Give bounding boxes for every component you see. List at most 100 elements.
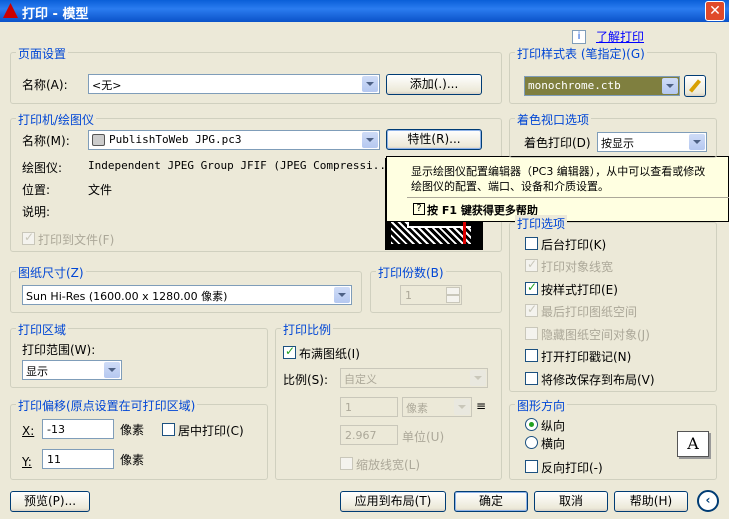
printer-legend: 打印机/绘图仪 (16, 111, 97, 128)
orientation-preview-icon: A (677, 431, 709, 457)
plot-style-table-value: monochrome.ctb (528, 79, 621, 92)
edit-plot-style-button[interactable] (684, 75, 706, 97)
background-plot-checkbox[interactable] (525, 237, 538, 250)
scale-value1-input[interactable]: 1 (340, 397, 398, 417)
chevron-down-icon (362, 76, 378, 92)
portrait-radio[interactable] (525, 418, 538, 431)
plot-object-lineweights-checkbox[interactable] (525, 257, 538, 272)
offset-y-value: 11 (47, 453, 61, 466)
tooltip-divider (407, 197, 729, 198)
scale-value2-input[interactable]: 2.967 (340, 425, 398, 445)
help-button[interactable]: 帮助(H) (614, 491, 688, 512)
plot-range-value: 显示 (26, 365, 48, 378)
autocad-app-icon (3, 3, 18, 18)
offset-y-unit: 像素 (120, 453, 145, 467)
hide-paperspace-objects-label: 隐藏图纸空间对象(J) (541, 328, 650, 342)
plot-offset-legend: 打印偏移(原点设置在可打印区域) (16, 397, 198, 414)
apply-to-layout-button[interactable]: 应用到布局(T) (340, 491, 446, 512)
close-button[interactable]: ✕ (705, 1, 725, 21)
description-label: 说明: (22, 205, 51, 219)
title-bar: 打印 - 模型 ✕ (0, 0, 729, 22)
chevron-down-icon (334, 287, 350, 303)
plot-area-legend: 打印区域 (16, 321, 69, 338)
fit-to-paper-label: 布满图纸(I) (299, 347, 360, 361)
center-plot-label: 居中打印(C) (178, 424, 244, 438)
page-setup-legend: 页面设置 (16, 45, 69, 62)
shade-plot-label: 着色打印(D) (524, 136, 591, 150)
plot-paperspace-last-checkbox[interactable] (525, 302, 538, 317)
shaded-viewport-legend: 着色视口选项 (515, 111, 592, 128)
scale-lineweights-checkbox[interactable] (340, 457, 353, 470)
plot-object-lineweights-label: 打印对象线宽 (541, 260, 614, 274)
plot-scale-legend: 打印比例 (281, 321, 334, 338)
copies-legend: 打印份数(B) (376, 264, 446, 281)
center-plot-checkbox[interactable] (162, 423, 175, 436)
paper-size-value: Sun Hi-Res (1600.00 x 1280.00 像素) (26, 290, 228, 303)
chevron-down-icon (662, 78, 678, 94)
help-icon: ? (413, 203, 425, 215)
location-value: 文件 (88, 183, 113, 197)
copies-spinner[interactable] (446, 287, 460, 303)
plot-paperspace-last-label: 最后打印图纸空间 (541, 305, 638, 319)
plot-style-table-select[interactable]: monochrome.ctb (524, 76, 680, 96)
scale-value1: 1 (345, 401, 352, 414)
save-changes-to-layout-checkbox[interactable] (525, 372, 538, 385)
chevron-down-icon (470, 370, 486, 386)
chevron-down-icon (689, 134, 705, 150)
equals-icon: ≡ (476, 399, 487, 413)
scale-value: 自定义 (344, 373, 377, 386)
copies-value: 1 (405, 289, 412, 302)
save-changes-to-layout-label: 将修改保存到布局(V) (541, 373, 655, 387)
scale-unit1-select[interactable]: 像素 (402, 397, 472, 417)
orientation-legend: 图形方向 (515, 397, 568, 414)
ok-button[interactable]: 确定 (454, 491, 528, 512)
landscape-label: 横向 (541, 437, 566, 451)
copies-input[interactable]: 1 (400, 285, 462, 305)
printer-properties-button[interactable]: 特性(R)... (386, 129, 482, 150)
printer-name-label: 名称(M): (22, 134, 70, 148)
shade-plot-select[interactable]: 按显示 (597, 132, 707, 152)
upside-down-checkbox[interactable] (525, 460, 538, 473)
hide-paperspace-objects-checkbox[interactable] (525, 327, 538, 340)
plotter-label: 绘图仪: (22, 161, 63, 175)
scale-unit2-label: 单位(U) (402, 430, 445, 444)
plot-stamp-checkbox[interactable] (525, 349, 538, 362)
scale-value2: 2.967 (345, 429, 377, 442)
printer-name-select[interactable]: PublishToWeb JPG.pc3 (88, 130, 380, 150)
paper-size-select[interactable]: Sun Hi-Res (1600.00 x 1280.00 像素) (22, 285, 352, 305)
page-setup-name-label: 名称(A): (22, 78, 68, 92)
plot-range-select[interactable]: 显示 (22, 360, 122, 380)
offset-y-input[interactable]: 11 (42, 449, 114, 469)
fit-to-paper-checkbox[interactable] (283, 344, 296, 359)
page-setup-name-value: <无> (92, 79, 122, 92)
cancel-button[interactable]: 取消 (534, 491, 608, 512)
chevron-down-icon (454, 399, 470, 415)
add-page-setup-button[interactable]: 添加(.)... (386, 74, 482, 95)
scale-unit1: 像素 (406, 402, 428, 415)
print-to-file-label: 打印到文件(F) (38, 233, 115, 247)
landscape-radio[interactable] (525, 436, 538, 449)
plot-range-label: 打印范围(W): (22, 343, 96, 357)
collapse-options-button[interactable]: ‹ (697, 490, 719, 512)
plot-with-styles-label: 按样式打印(E) (541, 283, 618, 297)
shade-plot-value: 按显示 (601, 137, 634, 150)
preview-button[interactable]: 预览(P)... (10, 491, 90, 512)
offset-y-label: Y: (22, 455, 32, 469)
learn-printing-link[interactable]: 了解打印 (596, 28, 644, 45)
window-title: 打印 - 模型 (22, 7, 89, 22)
plotter-icon (92, 134, 105, 146)
scale-select[interactable]: 自定义 (340, 368, 488, 388)
plot-with-styles-checkbox[interactable] (525, 280, 538, 295)
tooltip-text-line1: 显示绘图仪配置编辑器（PC3 编辑器），从中可以查看或修改 (411, 165, 706, 178)
chevron-left-icon: ‹ (705, 493, 711, 507)
tooltip-text-line2: 绘图仪的配置、端口、设备和介质设置。 (411, 180, 609, 193)
pencil-icon (688, 79, 702, 93)
page-setup-name-select[interactable]: <无> (88, 74, 380, 94)
print-to-file-checkbox[interactable] (22, 230, 35, 245)
offset-x-input[interactable]: -13 (42, 419, 114, 439)
background-plot-label: 后台打印(K) (541, 238, 607, 252)
plot-options-legend: 打印选项 (515, 215, 568, 232)
info-icon: i (572, 30, 586, 44)
scale-label: 比例(S): (283, 373, 329, 387)
orientation-preview-letter: A (687, 434, 699, 453)
